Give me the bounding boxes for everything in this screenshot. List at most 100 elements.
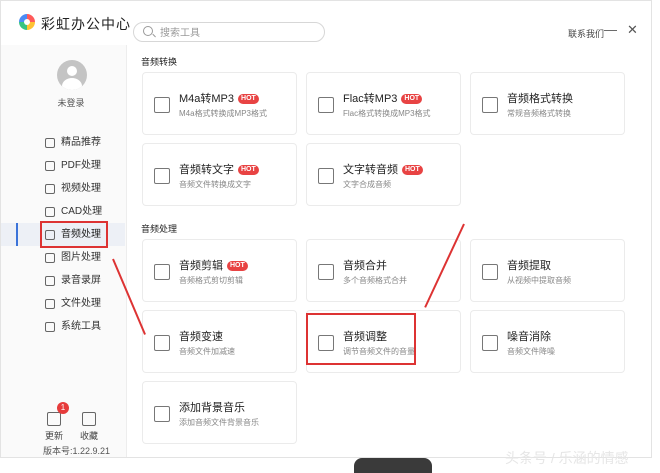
card-title: 音频剪辑	[179, 260, 223, 272]
favorite-label: 收藏	[79, 431, 98, 441]
update-badge: 1	[57, 402, 69, 414]
tool-card-text-to-audio[interactable]: 文字转音频 HOT 文字合成音频	[306, 143, 461, 206]
sidebar-item-label: 视频处理	[61, 183, 101, 194]
avatar[interactable]	[57, 60, 87, 90]
card-subtitle: M4a格式转换成MP3格式	[179, 109, 268, 118]
avatar-body	[62, 78, 82, 90]
card-subtitle: 音频文件降噪	[507, 347, 555, 356]
hot-badge: HOT	[238, 94, 259, 104]
thumb-up-icon	[45, 138, 55, 148]
audio-file-icon	[154, 97, 170, 113]
merge-icon	[318, 264, 334, 280]
card-subtitle: 音频格式剪切剪辑	[179, 276, 243, 285]
hot-badge: HOT	[227, 261, 248, 271]
card-subtitle: 添加音频文件背景音乐	[179, 418, 259, 427]
pdf-icon	[45, 161, 55, 171]
card-title: Flac转MP3	[343, 93, 398, 105]
sidebar-item-label: 图片处理	[61, 252, 101, 263]
sidebar: 未登录 精品推荐 PDF处理 视频处理 CAD处理 音频处理 图片处理 录音录屏…	[1, 45, 127, 457]
sidebar-item-record[interactable]: 录音录屏	[1, 269, 125, 292]
card-subtitle: 多个音频格式合并	[343, 276, 407, 285]
tool-card-format-convert[interactable]: 音频格式转换 常规音频格式转换	[470, 72, 625, 135]
search-input[interactable]	[158, 24, 322, 42]
card-title: 文字转音频	[343, 164, 398, 176]
app-title: 彩虹办公中心	[41, 16, 131, 32]
sidebar-item-recommend[interactable]: 精品推荐	[1, 131, 125, 154]
tool-card-audio-cut[interactable]: 音频剪辑 HOT 音频格式剪切剪辑	[142, 239, 297, 302]
sidebar-item-label: 精品推荐	[61, 137, 101, 148]
tool-card-audio-speed[interactable]: 音频变速 音频文件加减速	[142, 310, 297, 373]
noise-off-icon	[482, 335, 498, 351]
music-disc-icon	[154, 406, 170, 422]
card-title: 音频变速	[179, 331, 223, 343]
hot-badge: HOT	[238, 165, 259, 175]
card-subtitle: 从视频中提取音频	[507, 276, 571, 285]
sidebar-item-label: PDF处理	[61, 160, 101, 171]
tool-card-flac-to-mp3[interactable]: Flac转MP3 HOT Flac格式转换成MP3格式	[306, 72, 461, 135]
tool-card-audio-to-text[interactable]: 音频转文字 HOT 音频文件转换成文字	[142, 143, 297, 206]
section-title-conversion: 音频转换	[141, 57, 178, 67]
card-title: 音频格式转换	[507, 93, 573, 105]
audio-file-icon	[318, 97, 334, 113]
close-button[interactable]: ✕	[627, 23, 638, 37]
card-subtitle: 文字合成音频	[343, 180, 391, 189]
rainbow-logo-icon	[19, 14, 35, 30]
sidebar-item-file[interactable]: 文件处理	[1, 292, 125, 315]
sidebar-item-cad[interactable]: CAD处理	[1, 200, 125, 223]
star-icon	[82, 412, 96, 426]
monitor-icon	[45, 322, 55, 332]
title-bar: 彩虹办公中心 联系我们 — ✕	[1, 1, 651, 45]
update-button[interactable]: 1 更新	[39, 402, 69, 442]
update-icon	[47, 412, 61, 426]
video-icon	[45, 184, 55, 194]
sidebar-item-video[interactable]: 视频处理	[1, 177, 125, 200]
card-title: M4a转MP3	[179, 93, 235, 105]
card-title: 音频转文字	[179, 164, 234, 176]
favorite-button[interactable]: 收藏	[74, 412, 104, 442]
music-file-icon	[482, 97, 498, 113]
text-icon	[154, 168, 170, 184]
tool-card-audio-extract[interactable]: 音频提取 从视频中提取音频	[470, 239, 625, 302]
crop-icon	[154, 264, 170, 280]
search-box[interactable]	[133, 22, 325, 42]
contact-us-link[interactable]: 联系我们	[568, 27, 604, 40]
avatar-head	[67, 66, 77, 76]
card-title: 音频合并	[343, 260, 387, 272]
card-title: 噪音消除	[507, 331, 551, 343]
card-title: 音频提取	[507, 260, 551, 272]
tool-card-background-music[interactable]: 添加背景音乐 添加音频文件背景音乐	[142, 381, 297, 444]
tool-card-noise-removal[interactable]: 噪音消除 音频文件降噪	[470, 310, 625, 373]
record-icon	[45, 276, 55, 286]
sidebar-item-system[interactable]: 系统工具	[1, 315, 125, 338]
taskbar-widget	[354, 458, 432, 473]
sidebar-item-label: 文件处理	[61, 298, 101, 309]
version-label: 版本号:1.22.9.21	[43, 446, 111, 456]
section-title-processing: 音频处理	[141, 224, 178, 234]
app-window: 彩虹办公中心 联系我们 — ✕ 未登录 精品推荐 PDF处理 视频处理 CAD处…	[0, 0, 652, 458]
sidebar-item-label: 录音录屏	[61, 275, 101, 286]
watermark: 头条号 / 乐涵的情感	[505, 450, 629, 466]
sidebar-item-label: CAD处理	[61, 206, 103, 217]
card-subtitle: 音频文件转换成文字	[179, 180, 251, 189]
card-subtitle: 音频文件加减速	[179, 347, 235, 356]
tool-card-m4a-to-mp3[interactable]: M4a转MP3 HOT M4a格式转换成MP3格式	[142, 72, 297, 135]
image-icon	[45, 253, 55, 263]
speed-gauge-icon	[154, 335, 170, 351]
annotation-box-audio-nav	[40, 221, 108, 248]
card-subtitle: Flac格式转换成MP3格式	[343, 109, 431, 118]
update-label: 更新	[44, 431, 63, 441]
sidebar-item-label: 系统工具	[61, 321, 101, 332]
minimize-button[interactable]: —	[604, 23, 617, 37]
hot-badge: HOT	[402, 165, 423, 175]
folder-icon	[45, 299, 55, 309]
search-icon	[143, 26, 153, 36]
cad-icon	[45, 207, 55, 217]
card-subtitle: 常规音频格式转换	[507, 109, 571, 118]
sidebar-item-pdf[interactable]: PDF处理	[1, 154, 125, 177]
extract-icon	[482, 264, 498, 280]
waveform-icon	[318, 168, 334, 184]
card-title: 添加背景音乐	[179, 402, 245, 414]
sidebar-item-image[interactable]: 图片处理	[1, 246, 125, 269]
tool-card-audio-merge[interactable]: 音频合并 多个音频格式合并	[306, 239, 461, 302]
login-status[interactable]: 未登录	[1, 96, 141, 109]
